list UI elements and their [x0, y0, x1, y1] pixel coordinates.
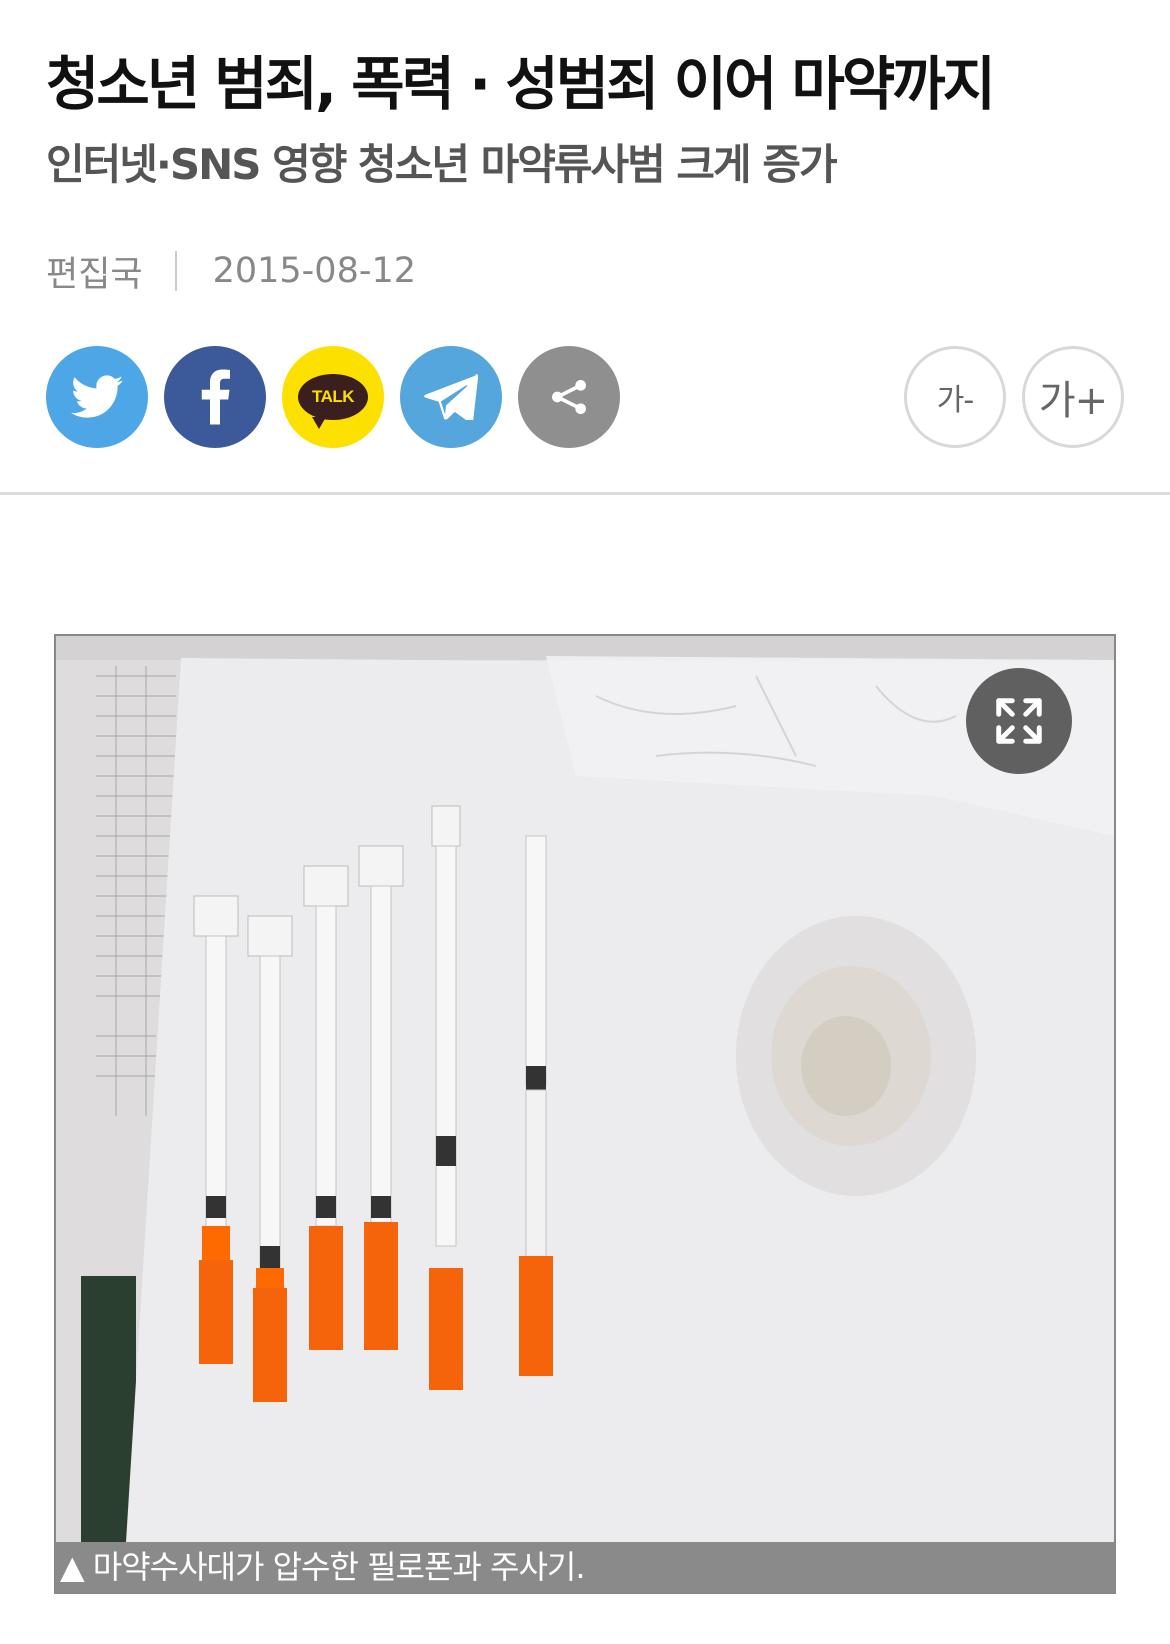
article-author: 편집국 — [46, 254, 143, 295]
font-increase-button[interactable]: 가+ — [1022, 346, 1124, 448]
article-figure: ▲ 마약수사대가 압수한 필로폰과 주사기. — [54, 634, 1116, 1594]
facebook-icon — [201, 369, 230, 425]
article-headline: 청소년 범죄, 폭력 · 성범죄 이어 마약까지 — [46, 50, 996, 118]
share-buttons: TALK — [46, 346, 620, 448]
font-size-controls: 가- 가+ — [904, 346, 1124, 448]
font-decrease-button[interactable]: 가- — [904, 346, 1006, 448]
twitter-icon — [71, 375, 123, 418]
share-facebook-button[interactable] — [164, 346, 266, 448]
kakaotalk-icon: TALK — [298, 374, 368, 429]
share-telegram-button[interactable] — [400, 346, 502, 448]
share-kakaotalk-button[interactable]: TALK — [282, 346, 384, 448]
meta-separator — [174, 251, 177, 291]
telegram-icon — [424, 374, 478, 420]
article-photo — [56, 636, 1114, 1542]
article-meta: 편집국 2015-08-12 — [46, 246, 416, 296]
kakaotalk-label: TALK — [311, 387, 355, 406]
header-divider — [0, 492, 1170, 495]
expand-icon — [996, 698, 1042, 744]
share-more-button[interactable] — [518, 346, 620, 448]
share-twitter-button[interactable] — [46, 346, 148, 448]
share-icon — [552, 380, 586, 414]
figure-caption: ▲ 마약수사대가 압수한 필로폰과 주사기. — [56, 1542, 1114, 1592]
expand-image-button[interactable] — [966, 668, 1072, 774]
article-date: 2015-08-12 — [212, 251, 417, 291]
article-subheadline: 인터넷·SNS 영향 청소년 마약류사범 크게 증가 — [46, 140, 838, 189]
